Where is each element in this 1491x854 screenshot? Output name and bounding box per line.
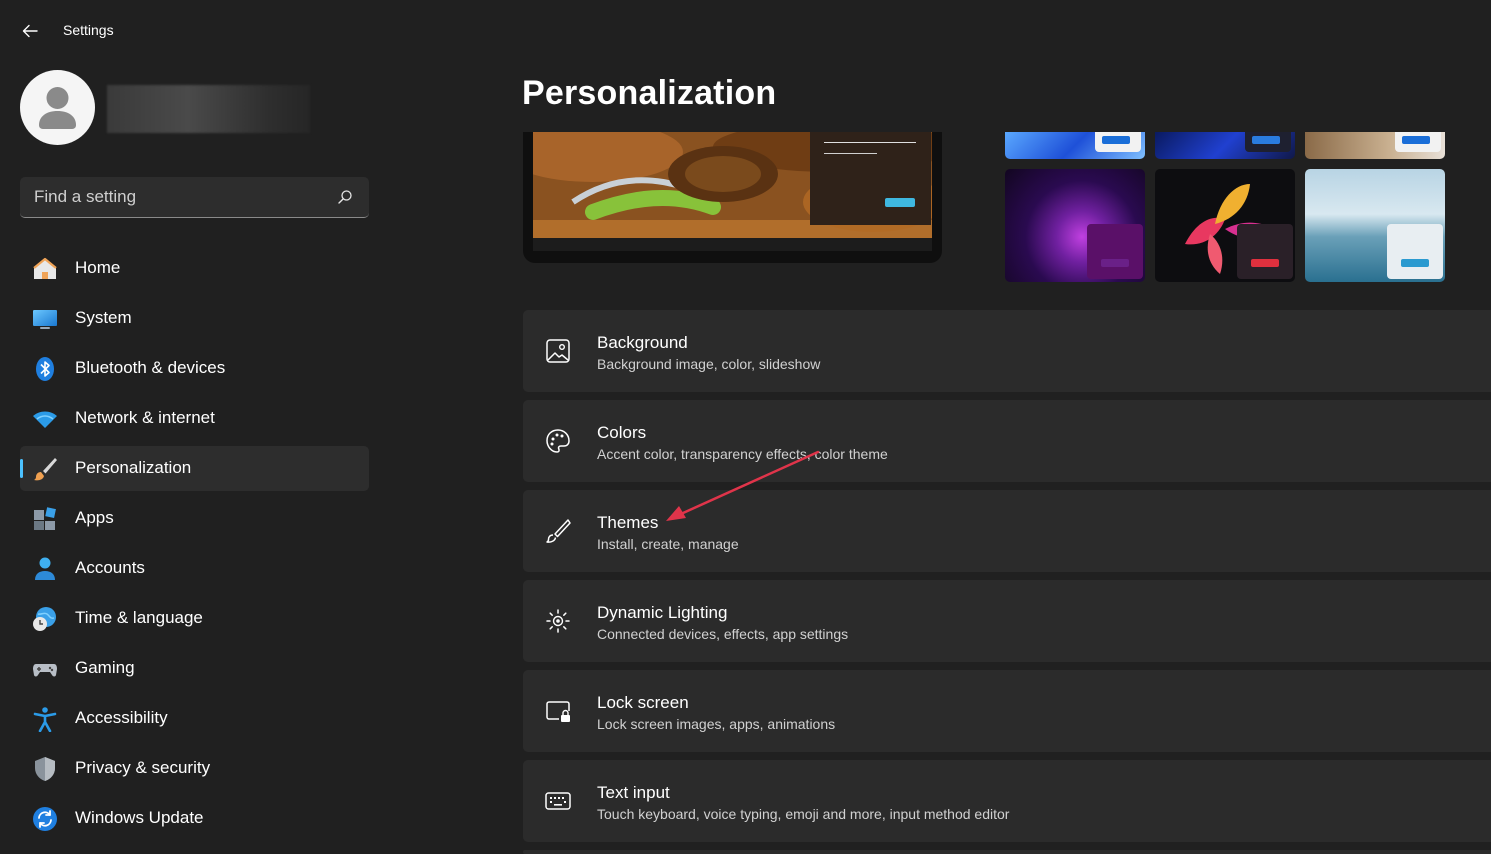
image-icon: [546, 339, 570, 363]
card-themes[interactable]: Themes Install, create, manage: [523, 490, 1491, 572]
card-title: Text input: [597, 783, 670, 802]
wifi-icon: [33, 411, 57, 428]
card-subtitle: Install, create, manage: [597, 536, 739, 552]
sidebar-item-label: Network & internet: [75, 408, 215, 427]
card-text-input[interactable]: Text input Touch keyboard, voice typing,…: [523, 760, 1491, 842]
sidebar-item-label: System: [75, 308, 132, 327]
apps-icon: [34, 507, 56, 530]
sidebar-item-bluetooth[interactable]: Bluetooth & devices: [20, 346, 369, 391]
sidebar-item-label: Personalization: [75, 458, 192, 477]
profile-name-redacted: [107, 85, 310, 133]
theme-tile-windows-light[interactable]: [1005, 132, 1145, 159]
accessibility-icon: [33, 707, 57, 732]
card-background[interactable]: Background Background image, color, slid…: [523, 310, 1491, 392]
preview-window-mock: [810, 132, 931, 225]
theme-tile-sunrise[interactable]: [1305, 169, 1445, 282]
page-title: Personalization: [522, 74, 777, 112]
search-input[interactable]: [34, 177, 324, 217]
sidebar-item-label: Bluetooth & devices: [75, 358, 226, 377]
update-icon: [33, 807, 57, 831]
card-subtitle: Touch keyboard, voice typing, emoji and …: [597, 806, 1010, 822]
sidebar-nav: Home System Bluetooth & devices Network …: [20, 246, 369, 846]
brush-icon: [546, 519, 571, 543]
title-bar: Settings: [0, 0, 1491, 60]
theme-tile-glow[interactable]: [1005, 169, 1145, 282]
card-title: Dynamic Lighting: [597, 603, 728, 622]
shield-icon: [35, 757, 55, 781]
sidebar-item-home[interactable]: Home: [20, 246, 369, 291]
sidebar-item-label: Home: [75, 258, 121, 277]
sidebar-item-label: Accounts: [75, 558, 145, 577]
card-lock-screen[interactable]: Lock screen Lock screen images, apps, an…: [523, 670, 1491, 752]
search-box[interactable]: [20, 177, 369, 218]
theme-tile-windows-dark[interactable]: [1155, 132, 1295, 159]
theme-tile-captured-motion[interactable]: [1305, 132, 1445, 159]
theme-preview: [523, 132, 942, 263]
card-subtitle: Accent color, transparency effects, colo…: [597, 446, 888, 462]
card-subtitle: Connected devices, effects, app settings: [597, 626, 849, 642]
keyboard-icon: [545, 792, 571, 810]
card-subtitle: Lock screen images, apps, animations: [597, 716, 836, 732]
sidebar-item-system[interactable]: System: [20, 296, 369, 341]
wallpaper-preview-image: [533, 132, 932, 238]
sidebar-item-personalization[interactable]: Personalization: [20, 446, 369, 491]
sidebar-item-label: Time & language: [75, 608, 203, 627]
preview-accent-button: [885, 198, 915, 207]
card-subtitle: Background image, color, slideshow: [597, 356, 821, 372]
card-next-partial[interactable]: [523, 850, 1491, 854]
sidebar-item-label: Apps: [75, 508, 114, 527]
card-title: Lock screen: [597, 693, 689, 712]
search-icon[interactable]: [337, 189, 353, 205]
back-arrow-icon[interactable]: [14, 18, 46, 44]
selection-indicator: [20, 459, 23, 478]
sidebar-item-accounts[interactable]: Accounts: [20, 546, 369, 591]
lock-screen-icon: [546, 701, 570, 722]
avatar[interactable]: [20, 70, 95, 145]
globe-clock-icon: [33, 607, 56, 631]
card-title: Themes: [597, 513, 659, 532]
sidebar-item-privacy[interactable]: Privacy & security: [20, 746, 369, 791]
sidebar-item-label: Privacy & security: [75, 758, 211, 777]
theme-tile-flow[interactable]: [1155, 169, 1295, 282]
card-dynamic-lighting[interactable]: Dynamic Lighting Connected devices, effe…: [523, 580, 1491, 662]
sidebar-item-time-language[interactable]: Time & language: [20, 596, 369, 641]
home-icon: [33, 257, 57, 279]
sidebar-item-network[interactable]: Network & internet: [20, 396, 369, 441]
card-title: Background: [597, 333, 688, 352]
sidebar-item-accessibility[interactable]: Accessibility: [20, 696, 369, 741]
brush-icon: [34, 458, 57, 481]
sidebar-item-label: Accessibility: [75, 708, 168, 727]
person-icon: [39, 87, 76, 129]
sidebar-item-windows-update[interactable]: Windows Update: [20, 796, 369, 841]
lighting-icon: [546, 609, 570, 633]
bluetooth-icon: [36, 357, 54, 381]
person-icon: [35, 557, 55, 580]
gamepad-icon: [33, 664, 57, 677]
sidebar-item-gaming[interactable]: Gaming: [20, 646, 369, 691]
preview-taskbar: [533, 238, 932, 251]
card-title: Colors: [597, 423, 647, 442]
sidebar-item-label: Gaming: [75, 658, 135, 677]
sidebar-item-label: Windows Update: [75, 808, 204, 827]
sidebar-item-apps[interactable]: Apps: [20, 496, 369, 541]
app-title: Settings: [63, 22, 114, 38]
card-colors[interactable]: Colors Accent color, transparency effect…: [523, 400, 1491, 482]
palette-icon: [546, 429, 570, 453]
system-icon: [33, 310, 57, 329]
